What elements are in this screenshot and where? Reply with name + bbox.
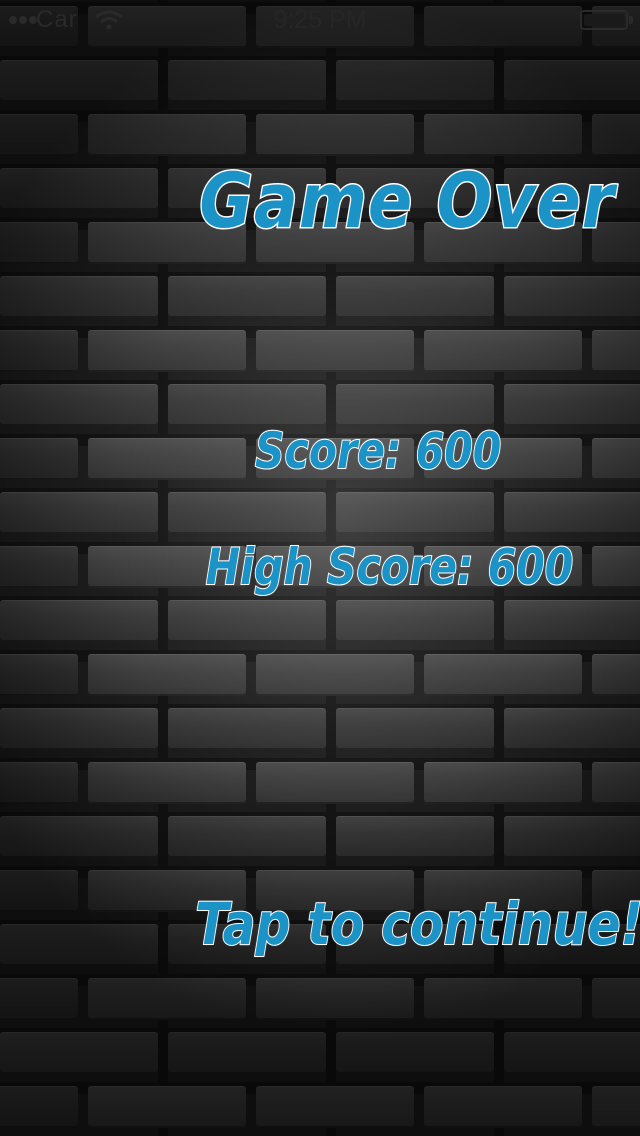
wall-brick	[0, 546, 78, 588]
battery-icon	[580, 10, 628, 30]
wall-brick	[0, 222, 78, 264]
wall-brick	[504, 492, 640, 534]
wall-brick	[592, 330, 640, 372]
wall-brick	[256, 978, 414, 1020]
wall-brick	[504, 600, 640, 642]
score-label: Score:	[254, 421, 402, 481]
wall-brick	[336, 492, 494, 534]
wall-brick	[424, 1086, 582, 1128]
score-display: Score: 600	[254, 421, 502, 481]
wall-brick	[0, 114, 78, 156]
wall-brick	[0, 1086, 78, 1128]
tap-to-continue-prompt[interactable]: Tap to continue!	[194, 889, 640, 959]
wall-brick	[504, 816, 640, 858]
wall-brick	[336, 816, 494, 858]
wall-brick	[592, 1086, 640, 1128]
wall-brick	[504, 384, 640, 426]
wall-brick	[0, 384, 158, 426]
wall-brick	[0, 654, 78, 696]
wall-brick	[424, 654, 582, 696]
wall-brick	[168, 276, 326, 318]
wall-brick	[88, 978, 246, 1020]
wall-brick	[0, 276, 158, 318]
wall-brick	[504, 60, 640, 102]
wall-brick	[336, 384, 494, 426]
wall-brick	[168, 816, 326, 858]
status-bar: Car 9:25 PM	[0, 0, 640, 40]
wall-brick	[336, 276, 494, 318]
wall-brick	[168, 492, 326, 534]
wall-brick	[0, 816, 158, 858]
wall-brick	[168, 384, 326, 426]
wall-brick	[0, 168, 158, 210]
wall-brick	[0, 762, 78, 804]
wall-brick	[88, 1086, 246, 1128]
wall-brick	[0, 60, 158, 102]
wall-brick	[592, 438, 640, 480]
wall-brick	[424, 114, 582, 156]
wall-brick	[88, 654, 246, 696]
wall-brick	[168, 708, 326, 750]
wall-brick	[88, 438, 246, 480]
wall-brick	[336, 708, 494, 750]
wall-brick	[0, 978, 78, 1020]
wall-brick	[256, 330, 414, 372]
wall-brick	[592, 654, 640, 696]
wall-brick	[424, 330, 582, 372]
wall-brick	[256, 762, 414, 804]
wall-brick	[592, 114, 640, 156]
wall-brick	[256, 114, 414, 156]
wall-brick	[336, 1032, 494, 1074]
wall-brick	[336, 60, 494, 102]
battery-level	[584, 14, 624, 26]
wall-brick	[0, 1032, 158, 1074]
wall-brick	[336, 600, 494, 642]
wall-brick	[88, 114, 246, 156]
wall-brick	[168, 1032, 326, 1074]
wall-brick	[592, 978, 640, 1020]
wall-brick	[424, 762, 582, 804]
wall-brick	[0, 924, 158, 966]
wall-brick	[0, 438, 78, 480]
wall-brick	[0, 708, 158, 750]
wall-brick	[0, 492, 158, 534]
wall-brick	[0, 330, 78, 372]
wall-brick	[0, 600, 158, 642]
wall-brick	[168, 600, 326, 642]
wall-brick	[88, 762, 246, 804]
high-score-label: High Score:	[205, 537, 474, 597]
game-over-screen[interactable]: Car 9:25 PM Game Over Score: 600 High Sc…	[0, 0, 640, 1136]
wall-brick	[424, 978, 582, 1020]
game-over-title: Game Over	[198, 155, 615, 247]
high-score-value: 600	[487, 537, 574, 597]
battery-tip	[629, 16, 633, 24]
wall-brick	[256, 654, 414, 696]
wall-brick	[0, 870, 78, 912]
wall-brick	[592, 546, 640, 588]
status-time: 9:25 PM	[273, 6, 367, 34]
wall-brick	[256, 1086, 414, 1128]
high-score-display: High Score: 600	[205, 537, 574, 597]
wall-brick	[504, 276, 640, 318]
wall-brick	[504, 708, 640, 750]
wall-brick	[88, 330, 246, 372]
wall-brick	[504, 1032, 640, 1074]
score-value: 600	[415, 421, 502, 481]
wall-brick	[168, 60, 326, 102]
wall-brick	[592, 762, 640, 804]
